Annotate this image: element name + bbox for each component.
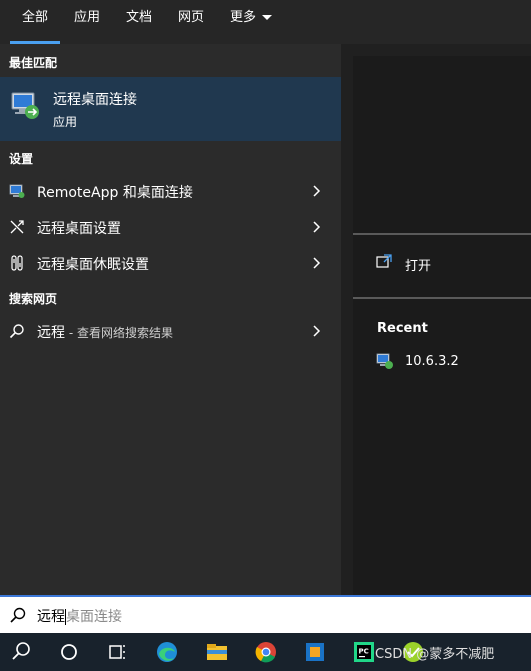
settings-item-label: 远程桌面设置 <box>37 221 121 237</box>
tab-more[interactable]: 更多 <box>230 0 273 44</box>
power-sleep-icon <box>11 255 23 271</box>
chevron-right-icon <box>313 257 321 269</box>
divider <box>353 233 531 235</box>
web-search-label: 远程 - 查看网络搜索结果 <box>37 322 173 342</box>
remote-desktop-icon <box>11 92 39 119</box>
chrome-icon[interactable] <box>252 638 280 666</box>
best-match-item[interactable]: 远程桌面连接 应用 <box>0 77 341 141</box>
best-match-subtitle: 应用 <box>53 115 78 129</box>
search-filter-tabs: 全部 应用 文档 网页 更多 <box>0 0 531 44</box>
search-icon <box>9 324 24 339</box>
virtualbox-icon[interactable] <box>301 638 329 666</box>
chevron-right-icon <box>313 325 321 337</box>
settings-item-label: RemoteApp 和桌面连接 <box>37 185 193 201</box>
best-match-title: 远程桌面连接 <box>53 92 137 108</box>
watermark: CSDN @蒙多不减肥 <box>375 647 495 662</box>
web-search-suffix: - 查看网络搜索结果 <box>65 326 173 340</box>
recent-item-label: 10.6.3.2 <box>405 354 459 369</box>
tab-web[interactable]: 网页 <box>178 0 204 44</box>
search-input[interactable]: 远程桌面连接 <box>37 606 122 626</box>
web-search-query: 远程 <box>37 325 65 341</box>
svg-text:PC: PC <box>359 648 369 656</box>
chevron-down-icon <box>262 15 273 20</box>
settings-item-remoteapp[interactable]: RemoteApp 和桌面连接 <box>0 173 341 209</box>
web-search-item[interactable]: 远程 - 查看网络搜索结果 <box>0 313 341 349</box>
search-icon <box>10 607 26 623</box>
section-web-search: 搜索网页 <box>9 292 58 306</box>
chevron-right-icon <box>313 221 321 233</box>
tab-more-label: 更多 <box>230 10 257 25</box>
search-typed-text: 远程 <box>37 609 65 625</box>
task-view-icon[interactable] <box>103 638 131 666</box>
recent-item[interactable]: 10.6.3.2 <box>370 348 531 378</box>
open-label: 打开 <box>405 259 432 274</box>
divider <box>353 297 531 299</box>
chevron-right-icon <box>313 185 321 197</box>
pycharm-icon[interactable]: PC <box>350 638 378 666</box>
results-list: 最佳匹配 远程桌面连接 应用 设置 RemoteApp 和桌面连接 远程桌面设置 <box>0 44 341 595</box>
settings-item-remote-desktop-settings[interactable]: 远程桌面设置 <box>0 209 341 245</box>
edge-icon[interactable] <box>153 638 181 666</box>
search-icon[interactable] <box>7 638 35 666</box>
recent-title: Recent <box>377 321 428 336</box>
open-icon <box>376 254 392 268</box>
cortana-icon[interactable] <box>55 638 83 666</box>
file-explorer-icon[interactable] <box>203 638 231 666</box>
settings-item-sleep-settings[interactable]: 远程桌面休眠设置 <box>0 245 341 281</box>
section-best-match: 最佳匹配 <box>9 56 58 70</box>
remoteapp-icon <box>9 184 25 198</box>
tab-all[interactable]: 全部 <box>9 0 61 44</box>
remote-desktop-settings-icon <box>10 220 24 234</box>
search-autocomplete: 桌面连接 <box>66 609 122 625</box>
search-box[interactable]: 远程桌面连接 <box>0 595 531 633</box>
tab-apps[interactable]: 应用 <box>74 0 100 44</box>
tab-documents[interactable]: 文档 <box>126 0 152 44</box>
remote-desktop-icon <box>376 353 393 369</box>
open-button[interactable]: 打开 <box>353 246 531 280</box>
section-settings: 设置 <box>9 152 34 166</box>
preview-pane <box>341 44 531 595</box>
settings-item-label: 远程桌面休眠设置 <box>37 257 149 273</box>
